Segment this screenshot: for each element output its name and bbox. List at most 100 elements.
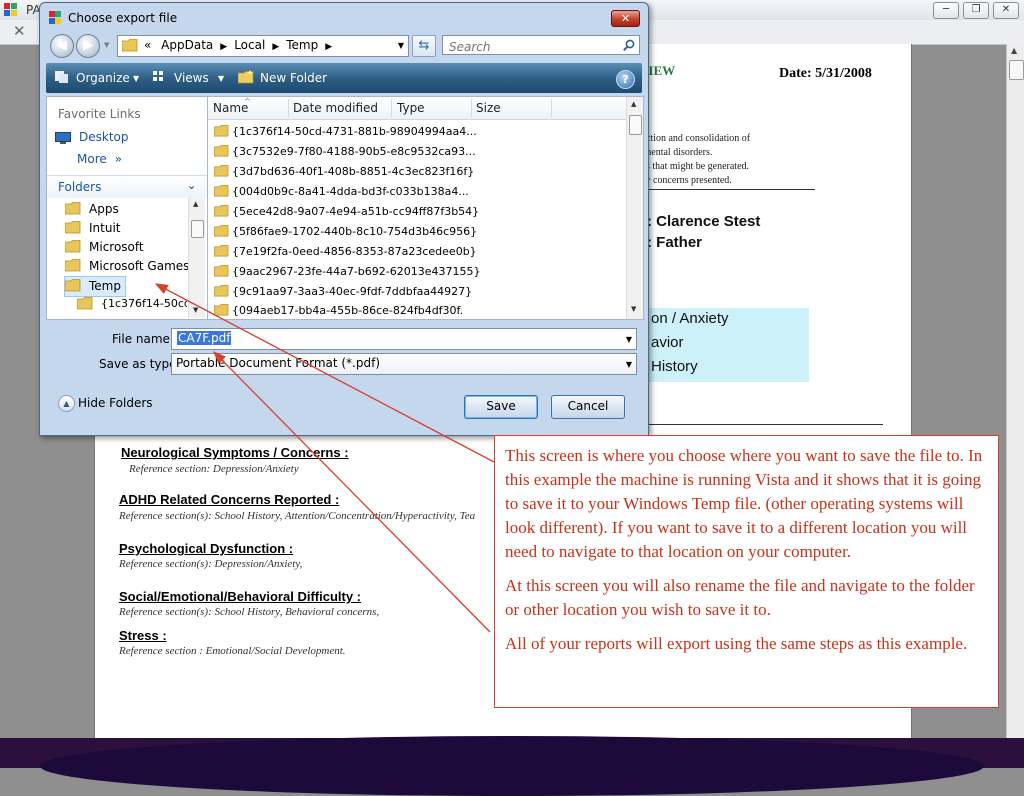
folder-icon	[214, 245, 229, 257]
doc-section-title: ADHD Related Concerns Reported :	[119, 492, 340, 507]
file-name-input[interactable]: CA7F.pdf ▼	[171, 328, 637, 350]
forward-button[interactable]: ▶	[76, 34, 100, 58]
file-list-scrollbar[interactable]: ▲ ▼	[626, 97, 643, 319]
collapse-chevron-icon[interactable]: ⌄	[187, 179, 196, 192]
doc-section-title: Neurological Symptoms / Concerns :	[121, 445, 349, 460]
doc-section-title: Social/Emotional/Behavioral Difficulty :	[119, 589, 361, 604]
favorite-links-more[interactable]: More »	[77, 152, 122, 166]
address-dropdown-icon[interactable]: ▼	[398, 41, 404, 50]
doc-intro-line: ons that might be generated.	[636, 161, 750, 172]
breadcrumb-appdata[interactable]: AppData	[161, 38, 213, 52]
doc-intro-line: any concerns presented.	[636, 175, 732, 186]
scrollbar-thumb[interactable]	[191, 220, 204, 238]
column-divider[interactable]	[288, 99, 289, 117]
folder-icon	[214, 125, 229, 137]
dialog-close-button[interactable]: ✕	[611, 10, 640, 27]
dialog-titlebar[interactable]: Choose export file ✕	[40, 3, 648, 33]
refresh-button[interactable]: ⇆	[412, 35, 436, 57]
hide-folders-button[interactable]: Hide Folders	[78, 396, 153, 410]
column-name[interactable]: Name	[213, 101, 248, 115]
breadcrumb-prefix[interactable]: «	[144, 38, 151, 52]
dialog-title: Choose export file	[68, 11, 178, 25]
app-close-button[interactable]: ✕	[993, 2, 1019, 19]
file-name: {094aeb17-bb4a-455b-86ce-824fb4df30f...	[232, 304, 464, 317]
scroll-down-icon[interactable]: ▼	[193, 306, 198, 314]
column-divider[interactable]	[551, 99, 552, 117]
search-icon[interactable]	[623, 39, 635, 51]
file-row[interactable]: {9c91aa97-3aa3-40ec-9fdf-7ddbfaa44927}	[214, 282, 472, 301]
toolbar-close-icon[interactable]: ✕	[13, 22, 26, 40]
views-button[interactable]: Views	[174, 71, 209, 85]
save-as-type-select[interactable]: Portable Document Format (*.pdf) ▼	[171, 353, 637, 375]
command-bar: Organize ▼ Views ▼ New Folder ?	[46, 63, 642, 93]
column-header: ^ Name Date modified Type Size	[208, 97, 626, 120]
breadcrumb: « AppData ▶ Local ▶ Temp ▶	[144, 38, 339, 52]
breadcrumb-chevron-icon[interactable]: ▶	[325, 42, 332, 52]
file-name: {5ece42d8-9a07-4e94-a51b-cc94ff87f3b54}	[232, 205, 480, 218]
breadcrumb-chevron-icon[interactable]: ▶	[220, 42, 227, 52]
folder-icon	[122, 39, 138, 52]
save-button[interactable]: Save	[464, 395, 538, 419]
tree-item-temp[interactable]: Temp	[64, 276, 126, 297]
address-bar[interactable]: « AppData ▶ Local ▶ Temp ▶ ▼	[117, 35, 409, 57]
file-row[interactable]: {3c7532e9-7f80-4188-90b5-e8c9532ca93...	[214, 142, 476, 161]
column-size[interactable]: Size	[476, 101, 501, 115]
doc-section-ref: Reference section(s): Depression/Anxiety…	[119, 558, 303, 570]
folder-tree-scrollbar[interactable]: ▲ ▼	[188, 198, 205, 318]
tree-item-intuit[interactable]: Intuit	[65, 219, 185, 238]
folder-icon	[214, 265, 229, 277]
file-row[interactable]: {3d7bd636-40f1-408b-8851-4c3ec823f16f}	[214, 162, 474, 181]
recent-pages-dropdown-icon[interactable]: ▼	[104, 41, 109, 49]
file-row[interactable]: {1c376f14-50cd-4731-881b-98904994aa4...	[214, 122, 477, 141]
back-button[interactable]: ◀	[50, 34, 74, 58]
scroll-up-icon[interactable]: ▲	[631, 100, 636, 108]
search-input[interactable]	[442, 35, 640, 55]
column-date-modified[interactable]: Date modified	[293, 101, 378, 115]
folder-icon	[214, 185, 229, 197]
tree-item-microsoft[interactable]: Microsoft	[65, 238, 185, 257]
favorite-link-desktop[interactable]: Desktop	[79, 130, 129, 144]
column-type[interactable]: Type	[397, 101, 425, 115]
minimize-button[interactable]: ─	[933, 2, 959, 19]
scrollbar-thumb[interactable]	[1009, 60, 1024, 80]
help-icon[interactable]: ?	[616, 70, 635, 89]
views-dropdown-icon[interactable]: ▼	[218, 74, 224, 83]
breadcrumb-chevron-icon[interactable]: ▶	[272, 42, 279, 52]
file-name: {1c376f14-50cd-4731-881b-98904994aa4...	[232, 125, 477, 138]
scroll-up-icon[interactable]: ▲	[193, 200, 198, 208]
column-divider[interactable]	[471, 99, 472, 117]
file-row[interactable]: {5ece42d8-9a07-4e94-a51b-cc94ff87f3b54}	[214, 202, 479, 221]
new-folder-button[interactable]: New Folder	[260, 71, 327, 85]
breadcrumb-local[interactable]: Local	[234, 38, 265, 52]
hide-folders-icon[interactable]: ▲	[58, 395, 75, 412]
breadcrumb-temp[interactable]: Temp	[286, 38, 318, 52]
tree-item-label: Microsoft Games	[89, 259, 190, 273]
scrollbar-thumb[interactable]	[629, 115, 642, 135]
maximize-button[interactable]: ❐	[963, 2, 989, 19]
tree-item-subfolder[interactable]: {1c376f14-50cd-4	[77, 295, 187, 314]
scroll-up-icon[interactable]: ▲	[1011, 46, 1017, 55]
scroll-down-icon[interactable]: ▼	[631, 305, 636, 313]
doc-highlight-line: on / Anxiety	[651, 310, 729, 327]
tree-item-apps[interactable]: Apps	[65, 200, 185, 219]
file-row[interactable]: {004d0b9c-8a41-4dda-bd3f-c033b138a4...	[214, 182, 469, 201]
save-as-type-label: Save as type:	[99, 357, 181, 371]
doc-section-title: Stress :	[119, 628, 167, 643]
navigation-pane: Favorite Links Desktop More » Folders ⌄ …	[46, 96, 207, 320]
file-row[interactable]: {094aeb17-bb4a-455b-86ce-824fb4df30f...	[214, 301, 464, 317]
file-name-dropdown-icon[interactable]: ▼	[626, 335, 632, 344]
tree-item-microsoft-games[interactable]: Microsoft Games	[65, 257, 189, 276]
annotation-paragraph: All of your reports will export using th…	[505, 634, 968, 653]
document-scrollbar[interactable]: ▲	[1006, 44, 1024, 738]
organize-button[interactable]: Organize	[76, 71, 130, 85]
cancel-button[interactable]: Cancel	[551, 395, 625, 419]
file-row[interactable]: {9aac2967-23fe-44a7-b692-62013e437155}	[214, 262, 481, 281]
save-as-type-dropdown-icon[interactable]: ▼	[626, 360, 632, 369]
tree-item-label: Microsoft	[89, 240, 144, 254]
organize-dropdown-icon[interactable]: ▼	[133, 74, 139, 83]
column-divider[interactable]	[391, 99, 392, 117]
doc-section-ref: Reference section : Emotional/Social Dev…	[119, 645, 346, 657]
file-row[interactable]: {7e19f2fa-0eed-4856-8353-87a23cedee0b}	[214, 242, 477, 261]
folders-header[interactable]: Folders ⌄	[47, 175, 207, 198]
file-row[interactable]: {5f86fae9-1702-440b-8c10-754d3b46c956}	[214, 222, 477, 241]
